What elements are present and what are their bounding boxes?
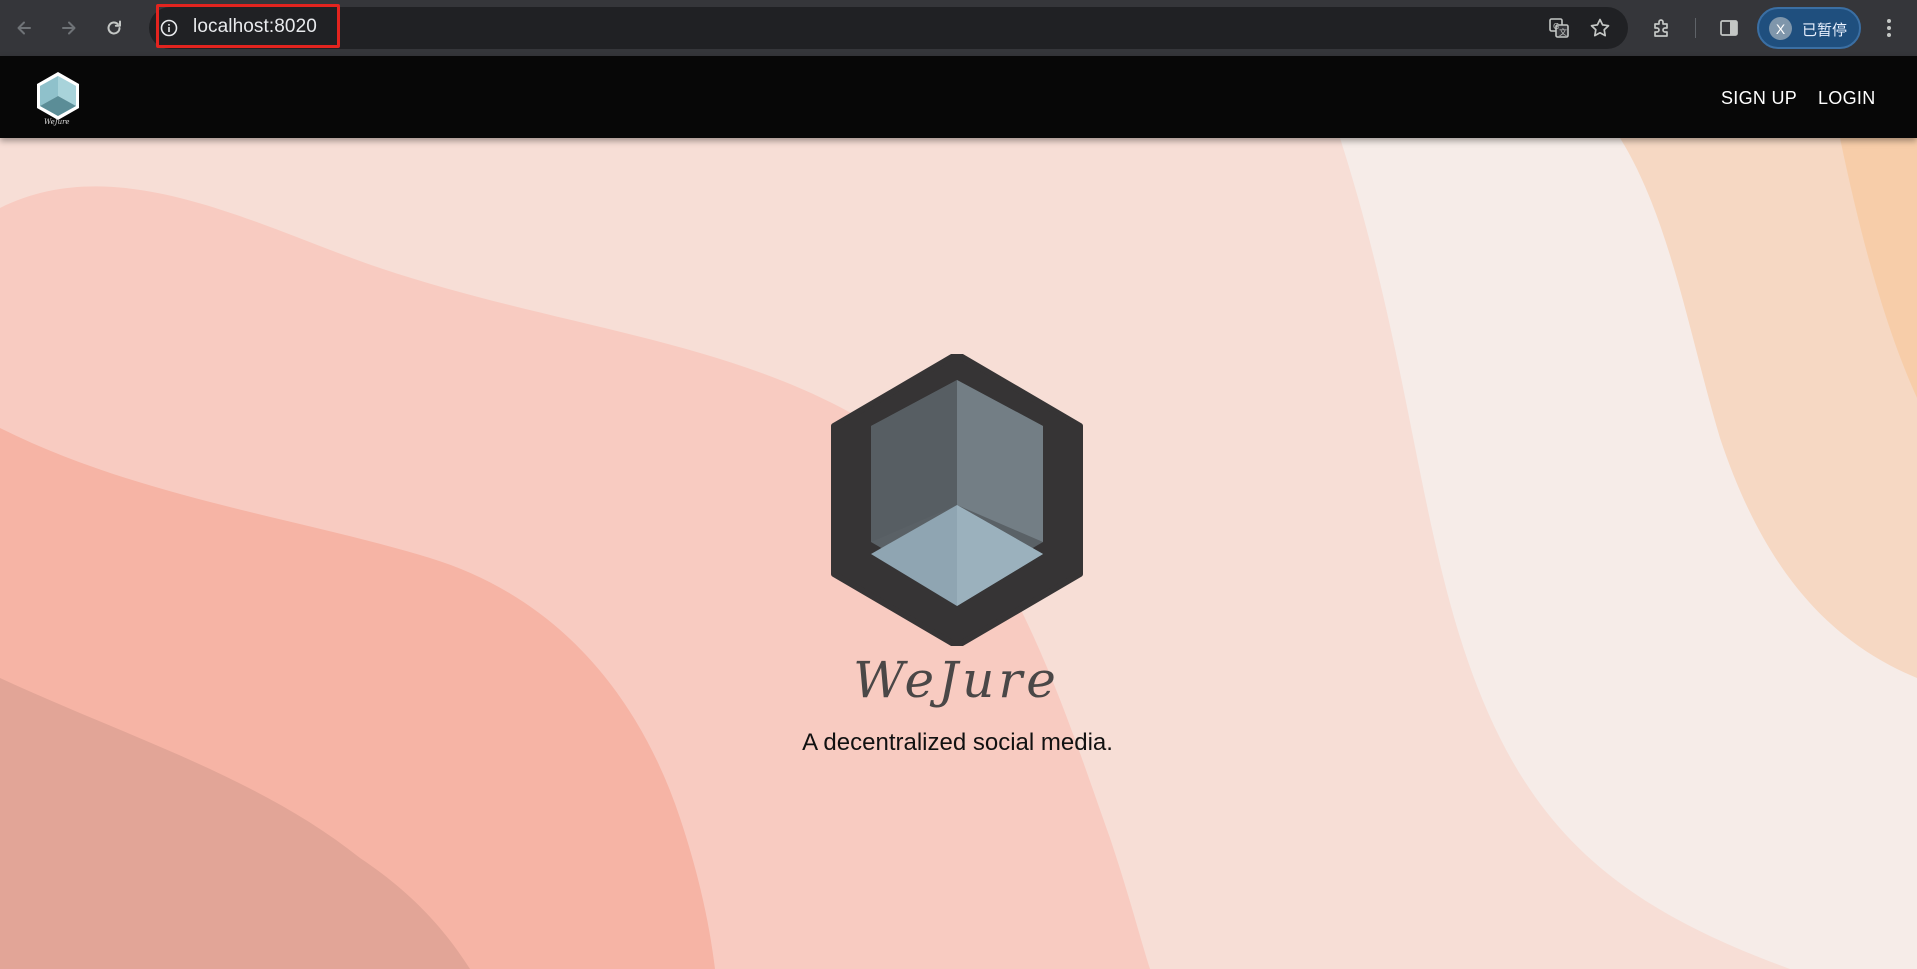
profile-button[interactable]: X 已暂停 bbox=[1757, 7, 1861, 49]
hero-title: WeJure bbox=[853, 651, 1060, 709]
hero-section: WeJure A decentralized social media. bbox=[0, 138, 1917, 969]
back-button[interactable] bbox=[9, 13, 39, 43]
translate-button[interactable]: G 文 bbox=[1546, 15, 1572, 41]
bookmark-star-icon bbox=[1590, 18, 1610, 37]
kebab-menu-icon bbox=[1887, 19, 1891, 37]
nav-logo-text: WeJure bbox=[44, 118, 70, 126]
site-navbar: WeJure SIGN UP LOGIN bbox=[0, 56, 1917, 138]
back-arrow-icon bbox=[17, 21, 31, 35]
toolbar-divider bbox=[1695, 18, 1696, 38]
svg-text:文: 文 bbox=[1559, 27, 1567, 37]
hero-tagline: A decentralized social media. bbox=[802, 729, 1113, 756]
login-link[interactable]: LOGIN bbox=[1818, 88, 1876, 109]
wejure-logo-icon[interactable] bbox=[35, 66, 81, 126]
side-panel-icon bbox=[1720, 20, 1738, 36]
url-highlight-box bbox=[156, 4, 340, 48]
address-bar[interactable] bbox=[149, 7, 1628, 49]
translate-icon: G 文 bbox=[1549, 18, 1569, 38]
reload-icon bbox=[107, 20, 121, 35]
profile-status: 已暂停 bbox=[1802, 21, 1848, 39]
hero-logo-icon bbox=[831, 354, 1083, 646]
side-panel-button[interactable] bbox=[1716, 15, 1742, 41]
reload-button[interactable] bbox=[99, 13, 129, 43]
bookmark-button[interactable] bbox=[1587, 15, 1613, 41]
avatar: X bbox=[1769, 17, 1792, 40]
chrome-menu-button[interactable] bbox=[1876, 15, 1902, 41]
extensions-icon bbox=[1654, 19, 1668, 37]
forward-button[interactable] bbox=[54, 13, 84, 43]
browser-toolbar: localhost:8020 G 文 X 已暂停 bbox=[0, 0, 1917, 56]
signup-link[interactable]: SIGN UP bbox=[1721, 88, 1797, 109]
extensions-button[interactable] bbox=[1649, 15, 1675, 41]
forward-arrow-icon bbox=[62, 21, 76, 35]
